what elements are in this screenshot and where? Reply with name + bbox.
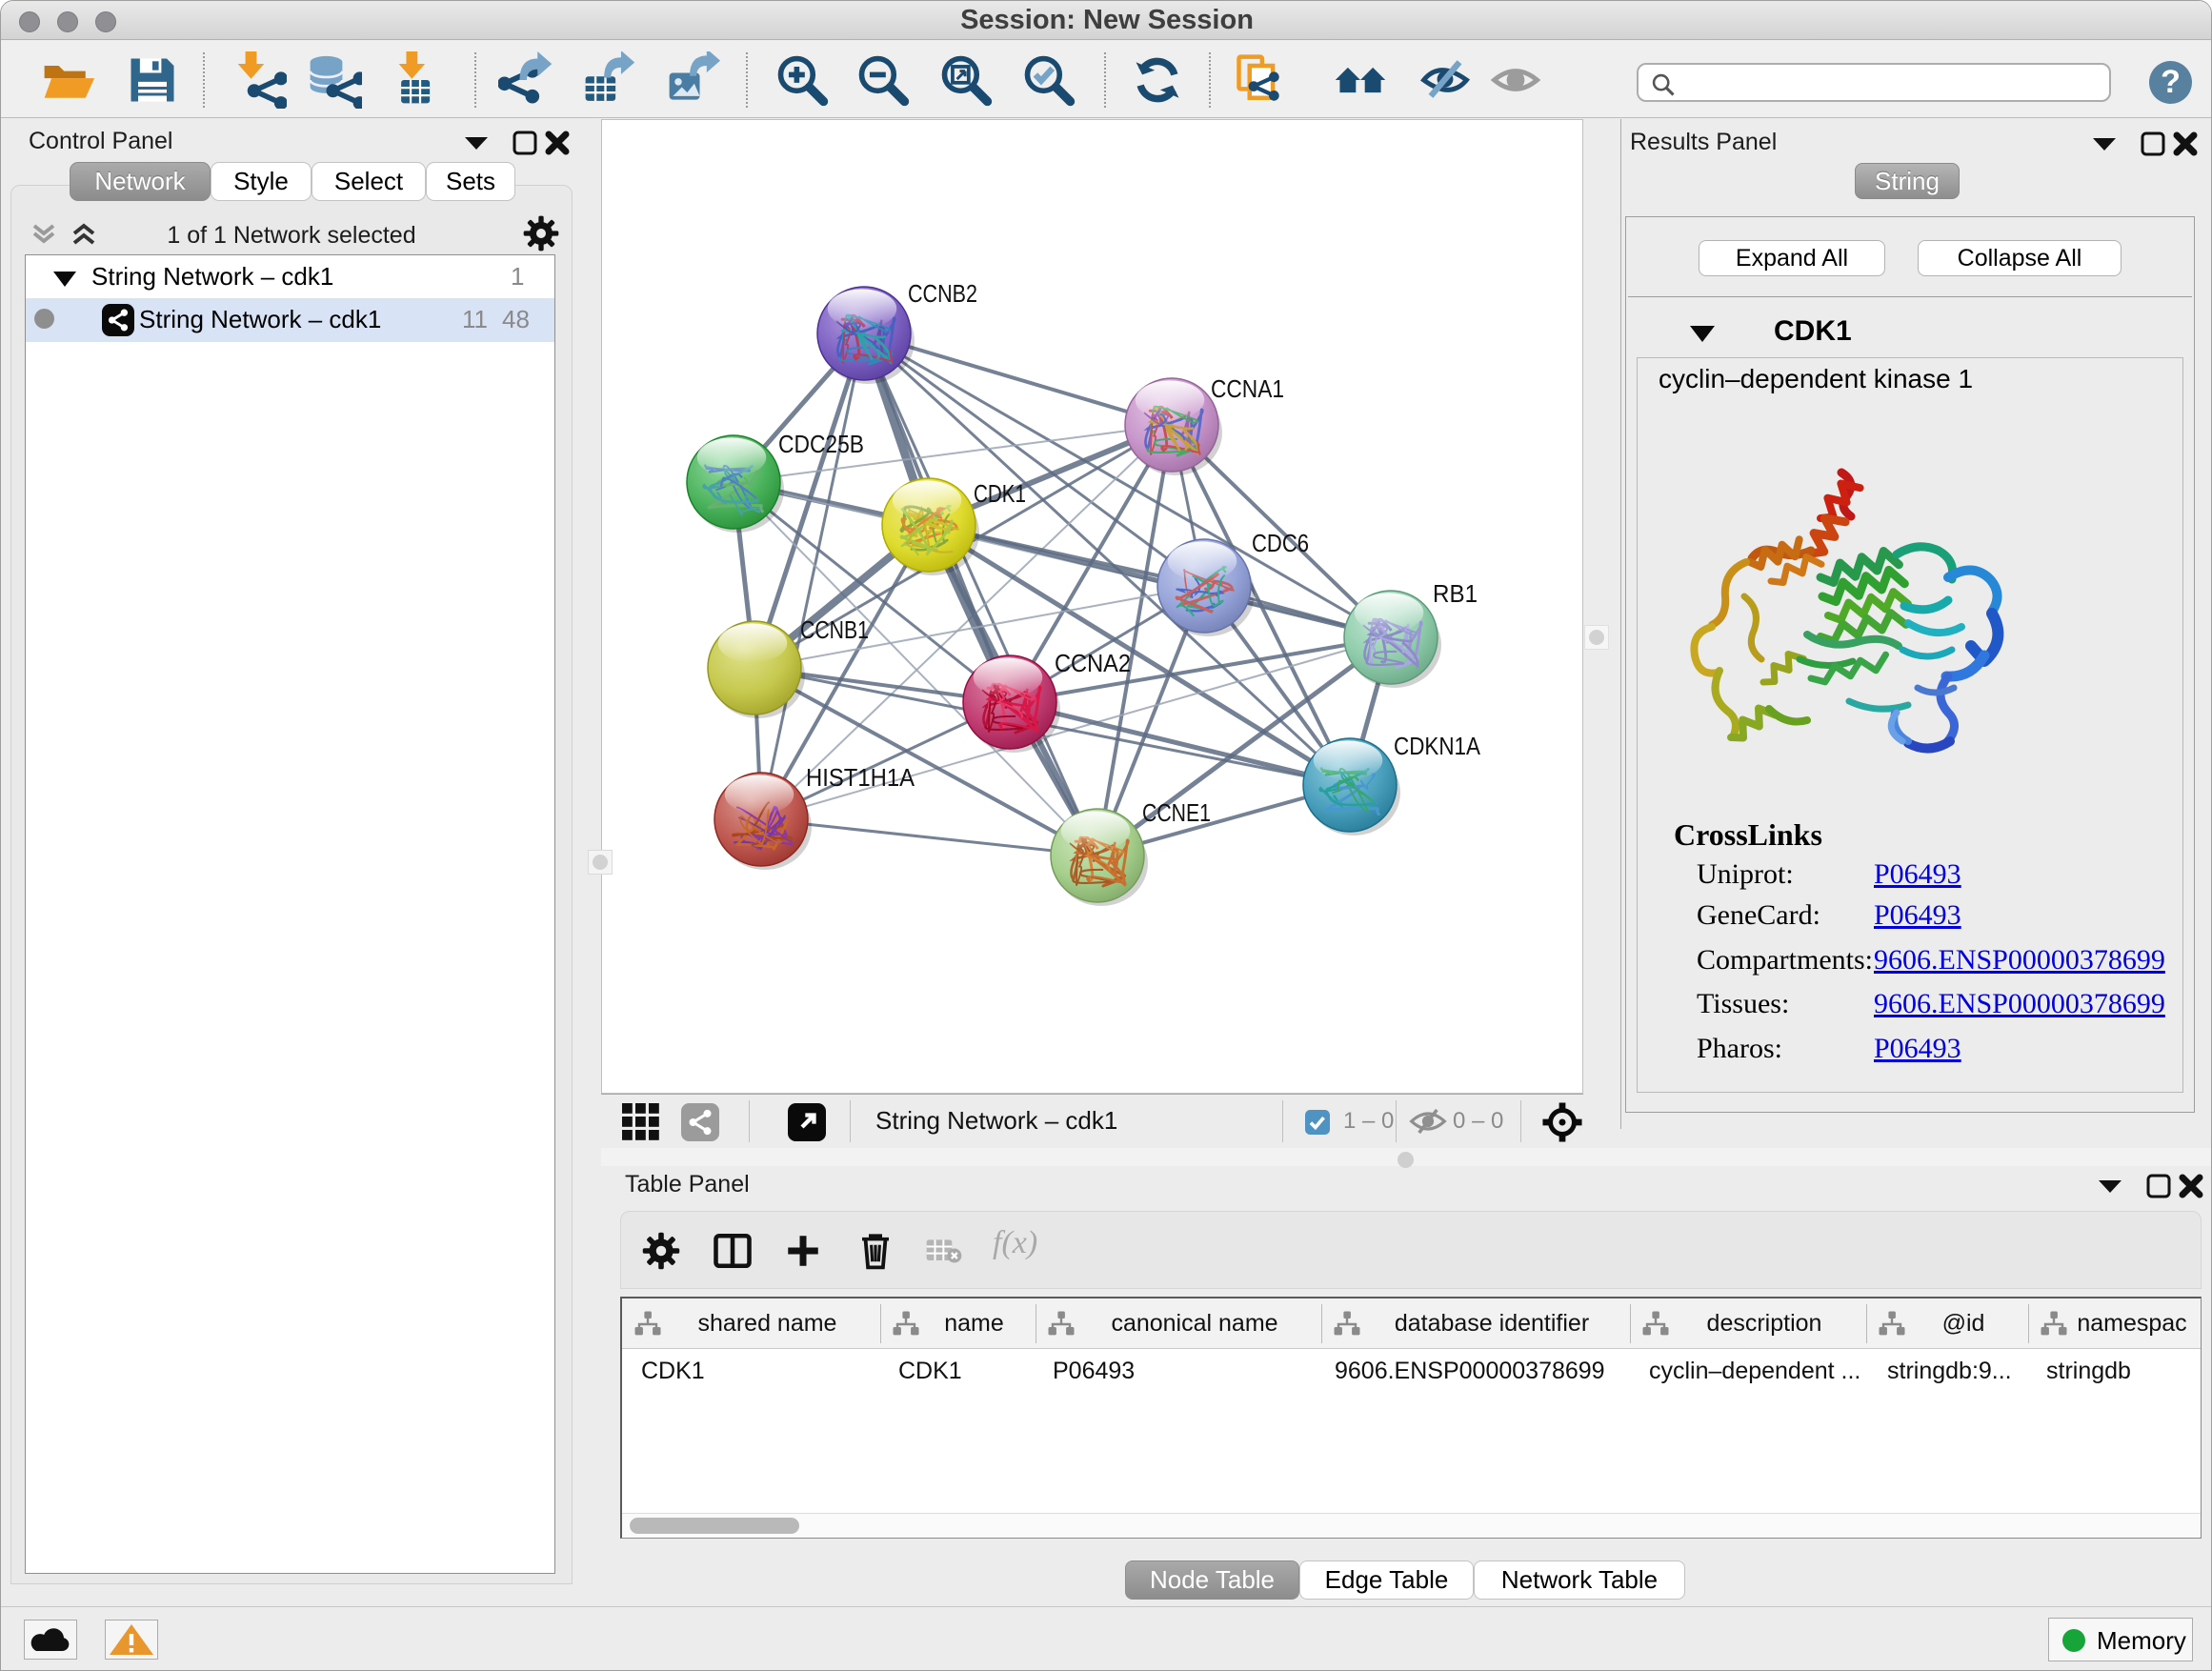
svg-text:CCNB2: CCNB2	[908, 279, 977, 308]
svg-text:CCNB1: CCNB1	[800, 615, 869, 644]
svg-text:CCNE1: CCNE1	[1142, 798, 1211, 827]
svg-text:CDC6: CDC6	[1252, 529, 1309, 557]
svg-text:CDK1: CDK1	[974, 479, 1026, 508]
svg-text:CDKN1A: CDKN1A	[1394, 732, 1481, 760]
svg-text:RB1: RB1	[1433, 579, 1478, 608]
svg-text:CDC25B: CDC25B	[778, 430, 864, 458]
svg-text:CCNA1: CCNA1	[1211, 374, 1284, 403]
svg-text:HIST1H1A: HIST1H1A	[806, 763, 915, 792]
svg-text:CCNA2: CCNA2	[1055, 649, 1131, 677]
